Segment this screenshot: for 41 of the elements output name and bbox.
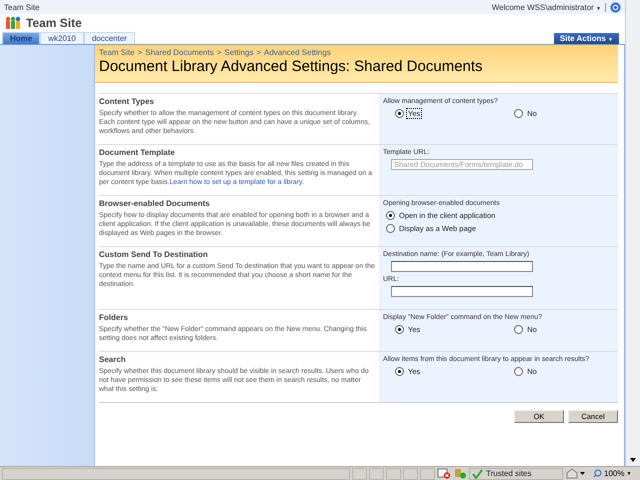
check-icon [472, 468, 483, 478]
nav-tab[interactable]: doccenter [84, 32, 135, 44]
radio-button[interactable] [514, 325, 524, 334]
section-title: Folders [99, 313, 129, 322]
protected-mode-icon[interactable] [565, 468, 587, 479]
radio-button[interactable] [395, 325, 404, 334]
scrollbar[interactable] [625, 0, 640, 466]
nav-tab[interactable]: wk2010 [40, 32, 84, 44]
status-panel [352, 468, 367, 480]
blocked-page-icon [437, 468, 451, 479]
input-field[interactable] [391, 286, 533, 297]
breadcrumb-separator: > [138, 48, 142, 57]
status-panel [386, 468, 401, 480]
breadcrumb-link[interactable]: Advanced Settings [264, 48, 331, 57]
radio-button[interactable] [395, 367, 404, 376]
magnifier-icon [593, 469, 602, 478]
people-logo-icon [5, 16, 21, 30]
site-name: Team Site [4, 2, 40, 12]
section-title: Search [99, 355, 127, 364]
status-panel [369, 468, 384, 480]
breadcrumb-link[interactable]: Shared Documents [145, 48, 214, 57]
breadcrumb-link[interactable]: Settings [224, 48, 254, 57]
radio-button[interactable] [395, 109, 404, 118]
section-title: Content Types [99, 97, 155, 106]
section-title: Document Template [99, 148, 176, 157]
radio-button[interactable] [514, 109, 524, 118]
breadcrumb-separator: > [216, 48, 222, 57]
radio-button[interactable] [386, 211, 395, 220]
status-panel [403, 468, 418, 480]
breadcrumb-separator: > [256, 48, 261, 57]
section-title: Browser-enabled Documents [99, 199, 211, 208]
radio-button[interactable] [514, 367, 524, 376]
radio-button[interactable] [386, 224, 395, 233]
breadcrumb-link[interactable]: Team Site [99, 48, 135, 57]
site-title: Team Site [26, 16, 82, 30]
input-field[interactable] [391, 261, 533, 272]
help-icon[interactable] [610, 2, 621, 12]
section-title: Custom Send To Destination [99, 250, 209, 259]
security-zone: Trusted sites [486, 469, 532, 478]
page-title: Document Library Advanced Settings: Shared Documents [99, 58, 484, 75]
status-panel [420, 468, 435, 480]
